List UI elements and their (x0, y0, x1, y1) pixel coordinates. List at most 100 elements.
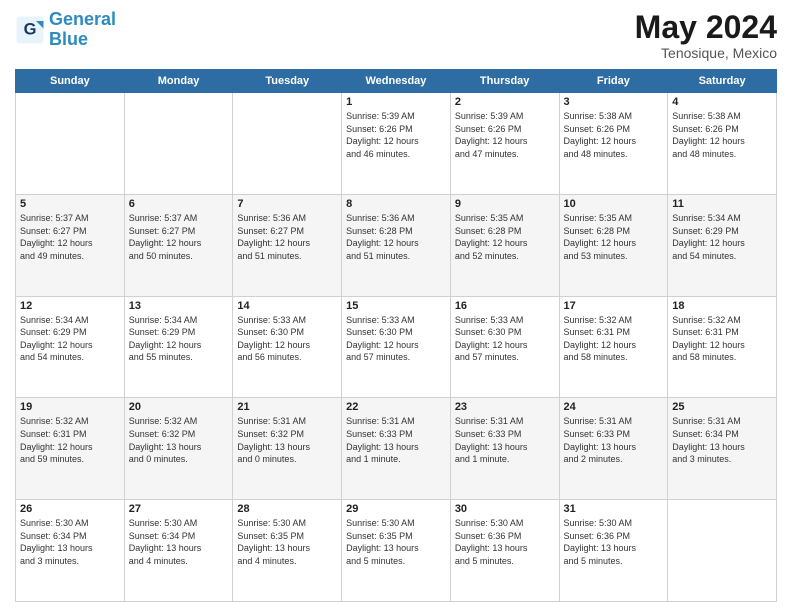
calendar-week-row: 19Sunrise: 5:32 AMSunset: 6:31 PMDayligh… (16, 398, 777, 500)
day-info: Sunrise: 5:38 AMSunset: 6:26 PMDaylight:… (672, 110, 772, 160)
table-row (16, 93, 125, 195)
day-number: 30 (455, 503, 555, 515)
day-number: 13 (129, 300, 229, 312)
table-row: 30 Sunrise: 5:30 AMSunset: 6:36 PMDayligh… (450, 500, 559, 602)
day-info: Sunrise: 5:31 AMSunset: 6:32 PMDaylight:… (237, 415, 337, 465)
table-row: 29 Sunrise: 5:30 AMSunset: 6:35 PMDayligh… (342, 500, 451, 602)
col-tuesday: Tuesday (233, 70, 342, 93)
day-number: 15 (346, 300, 446, 312)
table-row: 18 Sunrise: 5:32 AMSunset: 6:31 PMDayligh… (668, 296, 777, 398)
table-row: 26 Sunrise: 5:30 AMSunset: 6:34 PMDayligh… (16, 500, 125, 602)
day-info: Sunrise: 5:36 AMSunset: 6:27 PMDaylight:… (237, 212, 337, 262)
day-number: 22 (346, 401, 446, 413)
col-thursday: Thursday (450, 70, 559, 93)
day-number: 12 (20, 300, 120, 312)
calendar-week-row: 12Sunrise: 5:34 AMSunset: 6:29 PMDayligh… (16, 296, 777, 398)
calendar-week-row: 5Sunrise: 5:37 AMSunset: 6:27 PMDaylight… (16, 194, 777, 296)
calendar-table: Sunday Monday Tuesday Wednesday Thursday… (15, 69, 777, 602)
subtitle: Tenosique, Mexico (635, 45, 777, 61)
table-row: 3 Sunrise: 5:38 AMSunset: 6:26 PMDaylight… (559, 93, 668, 195)
day-info: Sunrise: 5:31 AMSunset: 6:33 PMDaylight:… (455, 415, 555, 465)
logo-text: General Blue (49, 10, 116, 50)
table-row: 6 Sunrise: 5:37 AMSunset: 6:27 PMDaylight… (124, 194, 233, 296)
day-number: 16 (455, 300, 555, 312)
day-info: Sunrise: 5:39 AMSunset: 6:26 PMDaylight:… (455, 110, 555, 160)
table-row: 2 Sunrise: 5:39 AMSunset: 6:26 PMDaylight… (450, 93, 559, 195)
day-info: Sunrise: 5:32 AMSunset: 6:31 PMDaylight:… (564, 314, 664, 364)
day-info: Sunrise: 5:37 AMSunset: 6:27 PMDaylight:… (129, 212, 229, 262)
day-number: 2 (455, 96, 555, 108)
day-info: Sunrise: 5:33 AMSunset: 6:30 PMDaylight:… (346, 314, 446, 364)
day-info: Sunrise: 5:30 AMSunset: 6:35 PMDaylight:… (346, 517, 446, 567)
col-saturday: Saturday (668, 70, 777, 93)
day-number: 25 (672, 401, 772, 413)
table-row: 5Sunrise: 5:37 AMSunset: 6:27 PMDaylight… (16, 194, 125, 296)
day-info: Sunrise: 5:35 AMSunset: 6:28 PMDaylight:… (455, 212, 555, 262)
day-number: 6 (129, 198, 229, 210)
col-wednesday: Wednesday (342, 70, 451, 93)
day-number: 28 (237, 503, 337, 515)
calendar-week-row: 26 Sunrise: 5:30 AMSunset: 6:34 PMDayligh… (16, 500, 777, 602)
table-row: 28Sunrise: 5:30 AMSunset: 6:35 PMDayligh… (233, 500, 342, 602)
day-number: 3 (564, 96, 664, 108)
table-row: 20 Sunrise: 5:32 AMSunset: 6:32 PMDayligh… (124, 398, 233, 500)
table-row: 15 Sunrise: 5:33 AMSunset: 6:30 PMDayligh… (342, 296, 451, 398)
day-number: 4 (672, 96, 772, 108)
col-friday: Friday (559, 70, 668, 93)
table-row: 1Sunrise: 5:39 AMSunset: 6:26 PMDaylight… (342, 93, 451, 195)
page: G General Blue May 2024 Tenosique, Mexic… (0, 0, 792, 612)
table-row: 27Sunrise: 5:30 AMSunset: 6:34 PMDayligh… (124, 500, 233, 602)
table-row: 23 Sunrise: 5:31 AMSunset: 6:33 PMDayligh… (450, 398, 559, 500)
table-row: 24Sunrise: 5:31 AMSunset: 6:33 PMDayligh… (559, 398, 668, 500)
table-row: 12Sunrise: 5:34 AMSunset: 6:29 PMDayligh… (16, 296, 125, 398)
day-info: Sunrise: 5:33 AMSunset: 6:30 PMDaylight:… (237, 314, 337, 364)
day-info: Sunrise: 5:32 AMSunset: 6:32 PMDaylight:… (129, 415, 229, 465)
day-info: Sunrise: 5:35 AMSunset: 6:28 PMDaylight:… (564, 212, 664, 262)
table-row: 4 Sunrise: 5:38 AMSunset: 6:26 PMDaylight… (668, 93, 777, 195)
table-row: 21 Sunrise: 5:31 AMSunset: 6:32 PMDayligh… (233, 398, 342, 500)
header: G General Blue May 2024 Tenosique, Mexic… (15, 10, 777, 61)
day-number: 27 (129, 503, 229, 515)
day-number: 1 (346, 96, 446, 108)
day-number: 21 (237, 401, 337, 413)
day-number: 31 (564, 503, 664, 515)
month-title: May 2024 (635, 10, 777, 45)
day-info: Sunrise: 5:34 AMSunset: 6:29 PMDaylight:… (672, 212, 772, 262)
table-row: 22 Sunrise: 5:31 AMSunset: 6:33 PMDayligh… (342, 398, 451, 500)
day-info: Sunrise: 5:32 AMSunset: 6:31 PMDaylight:… (20, 415, 120, 465)
table-row: 19Sunrise: 5:32 AMSunset: 6:31 PMDayligh… (16, 398, 125, 500)
table-row: 25Sunrise: 5:31 AMSunset: 6:34 PMDayligh… (668, 398, 777, 500)
svg-text:G: G (24, 20, 37, 38)
calendar-week-row: 1 Sunrise: 5:39 AMSunset: 6:26 PMDaylight… (16, 93, 777, 195)
day-info: Sunrise: 5:38 AMSunset: 6:26 PMDaylight:… (564, 110, 664, 160)
calendar-header-row: Sunday Monday Tuesday Wednesday Thursday… (16, 70, 777, 93)
day-info: Sunrise: 5:31 AMSunset: 6:33 PMDaylight:… (564, 415, 664, 465)
table-row: 13Sunrise: 5:34 AMSunset: 6:29 PMDayligh… (124, 296, 233, 398)
table-row: 11 Sunrise: 5:34 AMSunset: 6:29 PMDayligh… (668, 194, 777, 296)
day-number: 11 (672, 198, 772, 210)
table-row: 8 Sunrise: 5:36 AMSunset: 6:28 PMDaylight… (342, 194, 451, 296)
day-number: 8 (346, 198, 446, 210)
day-info: Sunrise: 5:32 AMSunset: 6:31 PMDaylight:… (672, 314, 772, 364)
table-row (233, 93, 342, 195)
logo-icon: G (15, 15, 45, 45)
logo-line1: General (49, 9, 116, 29)
table-row: 17 Sunrise: 5:32 AMSunset: 6:31 PMDayligh… (559, 296, 668, 398)
table-row (668, 500, 777, 602)
day-number: 26 (20, 503, 120, 515)
day-number: 29 (346, 503, 446, 515)
day-number: 20 (129, 401, 229, 413)
table-row: 10Sunrise: 5:35 AMSunset: 6:28 PMDayligh… (559, 194, 668, 296)
day-info: Sunrise: 5:36 AMSunset: 6:28 PMDaylight:… (346, 212, 446, 262)
logo-line2: Blue (49, 29, 88, 49)
table-row: 14Sunrise: 5:33 AMSunset: 6:30 PMDayligh… (233, 296, 342, 398)
day-info: Sunrise: 5:31 AMSunset: 6:33 PMDaylight:… (346, 415, 446, 465)
day-number: 18 (672, 300, 772, 312)
day-number: 17 (564, 300, 664, 312)
day-info: Sunrise: 5:30 AMSunset: 6:36 PMDaylight:… (455, 517, 555, 567)
day-number: 7 (237, 198, 337, 210)
day-number: 23 (455, 401, 555, 413)
table-row: 16Sunrise: 5:33 AMSunset: 6:30 PMDayligh… (450, 296, 559, 398)
table-row: 31Sunrise: 5:30 AMSunset: 6:36 PMDayligh… (559, 500, 668, 602)
day-info: Sunrise: 5:30 AMSunset: 6:34 PMDaylight:… (20, 517, 120, 567)
